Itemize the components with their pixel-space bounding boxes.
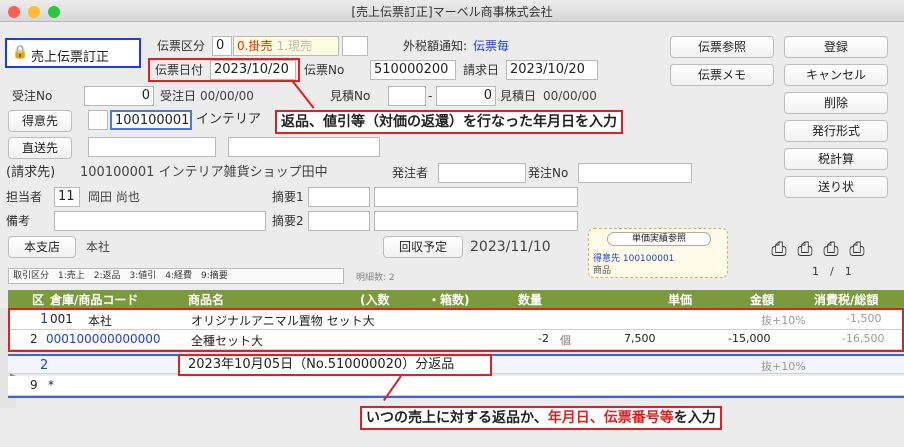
issue-format-button[interactable]: 発行形式 [784, 120, 888, 142]
detail-count: 明細数: 2 [356, 273, 395, 283]
bill-to-value: 100100001 インテリア雑貨ショップ田中 [80, 165, 328, 180]
customer-button[interactable]: 得意先 [8, 110, 72, 132]
date-label: 伝票日付 [155, 63, 204, 77]
annotation-top: 返品、値引等（対価の返還）を行なった年月日を入力 [275, 110, 623, 134]
slip-no-label: 伝票No [304, 63, 345, 77]
row-highlight [8, 308, 904, 352]
bill-date-field[interactable]: 2023/10/20 [506, 60, 598, 80]
note-label: 備考 [6, 214, 31, 228]
annotation-bottom: いつの売上に対する返品か、年月日、伝票番号等を入力 [360, 406, 722, 430]
mode-box: 🔒 売上伝票訂正 [5, 38, 141, 68]
estimate-no-field-b[interactable]: 0 [436, 86, 496, 106]
kubun-extra[interactable] [342, 36, 368, 56]
shipping-slip-button[interactable]: 送り状 [784, 176, 888, 198]
note-field[interactable] [54, 211, 266, 231]
grid-bottom-line [8, 396, 904, 398]
orderer-field[interactable] [438, 163, 526, 183]
memo1-field[interactable] [374, 187, 578, 207]
collect-button[interactable]: 回収予定 [383, 236, 463, 258]
orderno-field[interactable] [578, 163, 692, 183]
price-ref-title[interactable]: 単価実績参照 [607, 232, 711, 246]
estimate-no-field-a[interactable] [388, 86, 426, 106]
lock-icon: 🔒 [12, 45, 29, 60]
tax-notice-label: 外税額通知: [403, 39, 468, 53]
slip-ref-button[interactable]: 伝票参照 [670, 36, 774, 58]
ship-to-code[interactable] [88, 137, 216, 157]
memo1-code[interactable] [308, 187, 370, 207]
order-date-value: 00/00/00 [200, 89, 254, 103]
customer-name: インテリア [196, 112, 262, 127]
orderer-label: 発注者 [392, 166, 429, 180]
page-indicator: 1 / 1 [812, 265, 852, 278]
bill-date-label: 請求日 [463, 63, 500, 77]
order-no-label: 受注No [12, 89, 53, 103]
grid-header: 区 倉庫/商品コード 商品名 (入数 ・箱数) 数量 単価 金額 消費税/総額 [8, 290, 904, 308]
staff-name: 岡田 尚也 [88, 190, 140, 204]
estimate-no-label: 見積No [330, 89, 371, 103]
branch-button[interactable]: 本支店 [8, 236, 76, 258]
title-bar: [売上伝票訂正]マーベル商事株式会社 [0, 0, 904, 22]
date-field[interactable]: 2023/10/20 [210, 60, 296, 80]
kubun-field[interactable]: 0 [212, 36, 232, 56]
memo2-code[interactable] [308, 211, 370, 231]
staff-code-field[interactable]: 11 [54, 187, 80, 207]
estimate-date-value: 00/00/00 [543, 89, 597, 103]
price-ref-panel[interactable]: 単価実績参照 得意先 100100001 商品 [588, 228, 728, 278]
tax-calc-button[interactable]: 税計算 [784, 148, 888, 170]
ship-to-button[interactable]: 直送先 [8, 137, 72, 159]
first-page-icon[interactable]: ⎙ [768, 238, 790, 260]
price-ref-item: 商品 [593, 266, 612, 276]
next-page-icon[interactable]: ⎙ [820, 238, 842, 260]
customer-code-field[interactable]: 100100001 [110, 110, 192, 130]
estimate-date-label: 見積日 [500, 89, 537, 103]
save-button[interactable]: 登録 [784, 36, 888, 58]
kubun-options[interactable]: 0.掛売 1.現売 [233, 36, 339, 56]
collect-date: 2023/11/10 [470, 239, 551, 255]
order-no-field[interactable]: 0 [84, 86, 154, 106]
customer-kind[interactable] [88, 110, 108, 130]
memo2-label: 摘要2 [272, 214, 304, 228]
mode-label: 売上伝票訂正 [31, 50, 110, 65]
memo1-label: 摘要1 [272, 190, 304, 204]
tax-notice-value: 伝票毎 [473, 39, 510, 53]
kubun-label: 伝票区分 [157, 39, 206, 53]
branch-value: 本社 [86, 240, 111, 254]
trade-type-legend: 取引区分 1:売上 2:返品 3:値引 4:経費 9:摘要 [8, 268, 344, 284]
last-page-icon[interactable]: ⎙ [846, 238, 868, 260]
window-title: [売上伝票訂正]マーベル商事株式会社 [351, 5, 553, 19]
delete-button[interactable]: 削除 [784, 92, 888, 114]
bill-to-label: (請求先) [6, 165, 56, 180]
table-row[interactable]: 9 * [8, 376, 904, 396]
prev-page-icon[interactable]: ⎙ [794, 238, 816, 260]
return-memo-cell[interactable]: 2023年10月05日（No.510000020）分返品 [178, 354, 492, 376]
memo2-field[interactable] [374, 211, 578, 231]
orderno-label: 発注No [528, 166, 569, 180]
slip-memo-button[interactable]: 伝票メモ [670, 64, 774, 86]
order-date-label: 受注日 [160, 89, 197, 103]
staff-label: 担当者 [6, 190, 43, 204]
slip-no-field[interactable]: 510000200 [370, 60, 456, 80]
cancel-button[interactable]: キャンセル [784, 64, 888, 86]
ship-to-name[interactable] [228, 137, 380, 157]
